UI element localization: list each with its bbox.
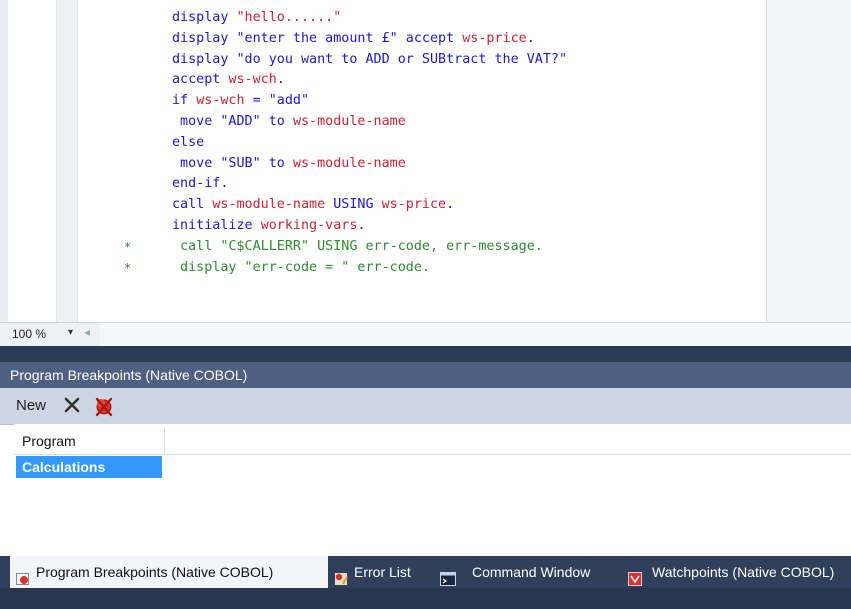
breakpoints-grid: Program Calculations bbox=[14, 424, 851, 484]
code-token: accept bbox=[397, 30, 463, 46]
code-line[interactable]: display "hello......" bbox=[172, 8, 341, 28]
comment-line[interactable]: call "C$CALLERR" USING err-code, err-mes… bbox=[172, 237, 543, 257]
code-token: "SUB" bbox=[220, 155, 261, 171]
comment-marker: * bbox=[124, 260, 132, 275]
table-row[interactable]: Calculations bbox=[14, 455, 851, 479]
code-line[interactable]: end-if. bbox=[172, 174, 228, 194]
delete-all-breakpoints-icon bbox=[95, 397, 113, 417]
code-line[interactable]: initialize working-vars. bbox=[172, 216, 366, 236]
tab-label: Watchpoints (Native COBOL) bbox=[652, 564, 835, 580]
code-token: initialize bbox=[172, 218, 261, 233]
comment-marker: * bbox=[124, 239, 132, 254]
code-token: ws-price bbox=[462, 30, 527, 46]
tab-label: Command Window bbox=[472, 564, 591, 580]
code-token: display "err-code = " err-code. bbox=[172, 259, 430, 275]
code-line[interactable]: call ws-module-name USING ws-price. bbox=[172, 195, 454, 215]
code-token: display bbox=[172, 51, 237, 67]
editor-zoom-bar: 100 % ▾ ◂ bbox=[0, 322, 851, 347]
code-token: accept bbox=[172, 72, 229, 88]
window-divider bbox=[0, 346, 851, 362]
code-token: . bbox=[276, 72, 285, 88]
code-token: ws-price bbox=[381, 197, 447, 213]
code-line[interactable]: move "SUB" to ws-module-name bbox=[172, 154, 406, 174]
tab-label: Error List bbox=[354, 564, 411, 580]
tool-window-title: Program Breakpoints (Native COBOL) bbox=[0, 362, 851, 388]
code-line[interactable]: display "do you want to ADD or SUBtract … bbox=[172, 50, 567, 70]
code-token: . bbox=[526, 30, 535, 46]
scroll-left-icon[interactable]: ◂ bbox=[84, 325, 90, 339]
code-token: . bbox=[446, 197, 455, 213]
delete-icon bbox=[64, 397, 80, 413]
zoom-dropdown-icon[interactable]: ▾ bbox=[68, 327, 73, 338]
code-token: to bbox=[260, 155, 293, 171]
code-token: ws-wch bbox=[196, 93, 245, 109]
breakpoint-icon bbox=[16, 565, 30, 585]
code-token: move bbox=[172, 155, 221, 171]
code-token: ws-module-name bbox=[292, 155, 406, 171]
code-token: ws-module-name bbox=[212, 197, 326, 213]
tab-program-breakpoints[interactable]: Program Breakpoints (Native COBOL) bbox=[10, 556, 328, 588]
code-token: if bbox=[172, 93, 197, 109]
editor-indicator-margin[interactable] bbox=[56, 0, 78, 322]
code-token: "add" bbox=[268, 93, 310, 109]
new-breakpoint-button[interactable]: New bbox=[16, 397, 46, 414]
code-token: . bbox=[357, 218, 366, 233]
code-token: working-vars bbox=[260, 218, 358, 233]
code-editor[interactable]: display "hello......" display "enter the … bbox=[0, 0, 851, 322]
tab-label: Program Breakpoints (Native COBOL) bbox=[36, 564, 274, 580]
code-token: else bbox=[172, 134, 205, 150]
watchpoint-icon bbox=[628, 565, 642, 586]
code-line[interactable]: accept ws-wch. bbox=[172, 70, 285, 90]
command-window-icon bbox=[440, 565, 456, 586]
code-token: = bbox=[244, 93, 269, 109]
zoom-level[interactable]: 100 % bbox=[12, 327, 46, 341]
code-line[interactable]: else bbox=[172, 133, 204, 153]
column-header-program[interactable]: Program bbox=[14, 428, 165, 454]
editor-left-gutter bbox=[0, 0, 8, 322]
delete-breakpoint-button[interactable] bbox=[62, 393, 82, 417]
code-token: "enter the amount £" bbox=[236, 30, 398, 46]
code-token: USING bbox=[325, 197, 382, 213]
code-token: display bbox=[172, 30, 237, 46]
horizontal-scrollbar[interactable] bbox=[100, 323, 851, 347]
tool-window-toolbar: New bbox=[0, 388, 851, 425]
delete-all-breakpoints-button[interactable] bbox=[92, 394, 116, 418]
code-line[interactable]: move "ADD" to ws-module-name bbox=[172, 112, 406, 132]
editor-right-area bbox=[767, 0, 851, 322]
code-token: ws-wch bbox=[228, 72, 277, 88]
comment-line[interactable]: display "err-code = " err-code. bbox=[172, 258, 430, 278]
code-token: "do you want to ADD or SUBtract the VAT?… bbox=[236, 51, 568, 67]
grid-header: Program bbox=[14, 428, 851, 455]
status-strip bbox=[0, 588, 851, 609]
code-token: "hello......" bbox=[236, 10, 342, 25]
tool-window-tabs: Program Breakpoints (Native COBOL) Error… bbox=[0, 556, 851, 588]
code-token: ws-module-name bbox=[292, 114, 406, 129]
error-list-icon bbox=[334, 565, 348, 585]
code-token: end-if. bbox=[172, 176, 229, 192]
code-token: call "C$CALLERR" USING err-code, err-mes… bbox=[172, 238, 543, 254]
code-line[interactable]: if ws-wch = "add" bbox=[172, 91, 309, 111]
tool-window-title-text: Program Breakpoints (Native COBOL) bbox=[10, 367, 248, 383]
code-token: display bbox=[172, 10, 237, 25]
code-token: to bbox=[260, 114, 293, 129]
code-token: "ADD" bbox=[220, 114, 261, 129]
program-cell[interactable]: Calculations bbox=[16, 456, 162, 478]
code-token: call bbox=[172, 197, 213, 213]
code-token: move bbox=[172, 114, 221, 129]
code-line[interactable]: display "enter the amount £" accept ws-p… bbox=[172, 29, 535, 49]
